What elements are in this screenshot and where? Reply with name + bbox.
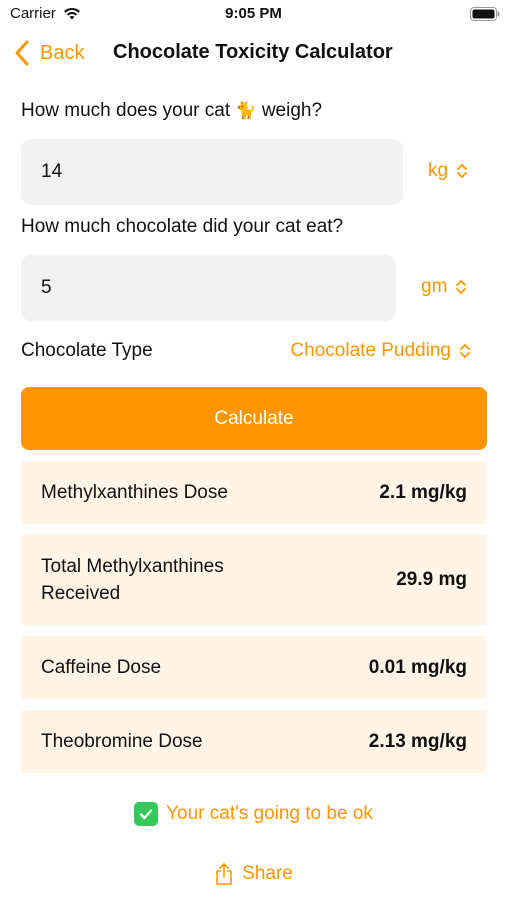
result-value: 2.13 mg/kg	[368, 730, 467, 752]
chocolate-amount-value: 5	[41, 277, 52, 298]
calculate-button[interactable]: Calculate	[21, 387, 487, 450]
share-icon	[216, 863, 232, 885]
result-value: 0.01 mg/kg	[368, 656, 467, 678]
chocolate-type-picker[interactable]: Chocolate Pudding	[290, 340, 471, 362]
result-card-caffeine-dose: Caffeine Dose 0.01 mg/kg	[21, 636, 487, 699]
screen: Carrier 9:05 PM Back Chocolate Toxicity …	[0, 0, 507, 900]
chevron-up-down-icon	[457, 164, 467, 178]
battery-icon	[470, 7, 500, 21]
chocolate-unit-picker[interactable]: gm	[421, 276, 467, 298]
chevron-left-icon	[15, 40, 29, 66]
weight-input[interactable]: 14	[21, 139, 403, 205]
weight-question-prefix: How much does your cat	[21, 100, 231, 121]
weight-unit-label: kg	[428, 160, 449, 181]
back-label: Back	[40, 41, 85, 64]
share-label: Share	[242, 863, 293, 884]
check-mark-icon	[134, 802, 159, 826]
chocolate-type-value: Chocolate Pudding	[290, 340, 451, 361]
chocolate-question: How much chocolate did your cat eat?	[21, 216, 344, 237]
clock-label: 9:05 PM	[225, 5, 282, 22]
weight-input-value: 14	[41, 161, 63, 182]
navigation-bar: Back Chocolate Toxicity Calculator	[0, 32, 507, 76]
weight-question: How much does your cat 🐈 weigh?	[21, 100, 322, 122]
result-label: Theobromine Dose	[41, 731, 203, 752]
result-label: Caffeine Dose	[41, 657, 162, 678]
chocolate-amount-input[interactable]: 5	[21, 255, 396, 321]
chevron-up-down-icon	[460, 344, 470, 358]
result-value: 29.9 mg	[396, 569, 467, 590]
share-button[interactable]: Share	[0, 862, 507, 886]
back-button[interactable]: Back	[14, 38, 84, 68]
weight-unit-picker[interactable]: kg	[428, 160, 468, 182]
result-card-theobromine-dose: Theobromine Dose 2.13 mg/kg	[21, 710, 487, 773]
result-label: Methylxanthines Dose	[41, 482, 228, 503]
cat-emoji: 🐈	[235, 101, 257, 120]
result-card-methylxanthines-dose: Methylxanthines Dose 2.1 mg/kg	[21, 461, 487, 524]
result-card-total-methylxanthines: Total Methylxanthines Received 29.9 mg	[21, 535, 487, 625]
status-bar: Carrier 9:05 PM	[0, 0, 507, 30]
chocolate-type-label: Chocolate Type	[21, 340, 153, 361]
result-value: 2.1 mg/kg	[379, 481, 467, 503]
page-title: Chocolate Toxicity Calculator	[113, 41, 393, 63]
weight-question-suffix: weigh?	[261, 100, 323, 121]
verdict-message: Your cat's going to be ok	[0, 802, 507, 826]
chevron-up-down-icon	[456, 280, 467, 294]
result-label: Total Methylxanthines Received	[41, 556, 224, 604]
chocolate-unit-label: gm	[421, 276, 448, 297]
verdict-text: Your cat's going to be ok	[166, 803, 373, 824]
